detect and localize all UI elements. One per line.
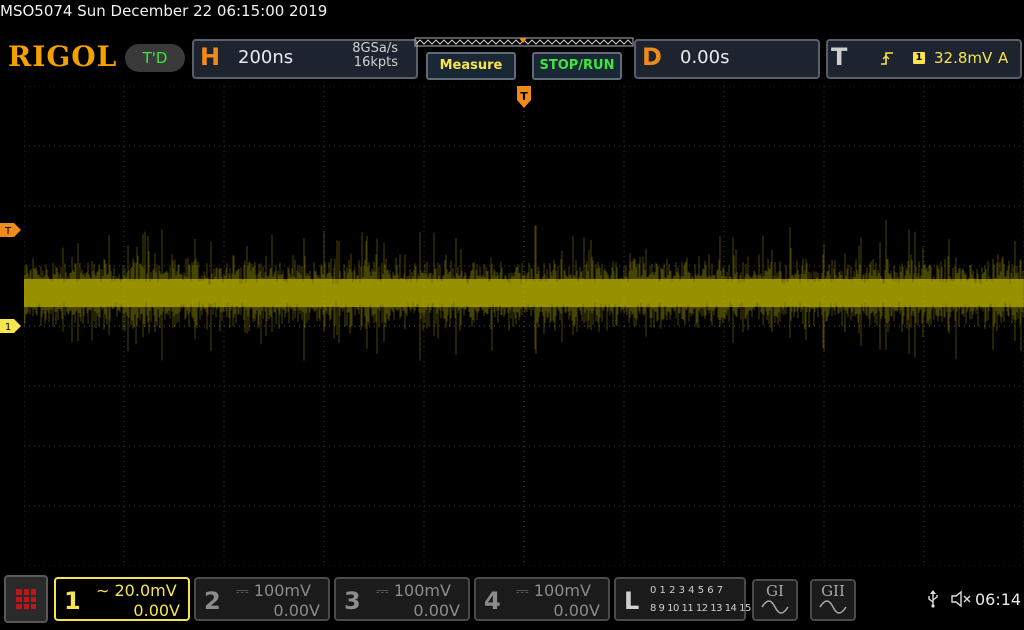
channel-3-scale: ⎓ 100mV xyxy=(376,581,451,600)
memory-depth: 16kpts xyxy=(353,55,398,70)
rising-edge-icon xyxy=(881,52,893,65)
channel-3-number: 3 xyxy=(344,587,361,615)
timebase-value: 200ns xyxy=(238,47,294,68)
horizontal-letter: H xyxy=(200,43,221,71)
trigger-sweep-mode: A xyxy=(998,49,1009,67)
channel-4-scale: ⎓ 100mV xyxy=(516,581,591,600)
speaker-muted-icon[interactable] xyxy=(950,590,972,608)
rigol-logo: RIGOL xyxy=(8,40,118,73)
measure-button[interactable]: Measure xyxy=(426,52,516,80)
sine-wave-icon xyxy=(761,600,789,614)
stop-run-button[interactable]: STOP/RUN xyxy=(532,52,622,80)
trigger-letter: T xyxy=(831,43,848,71)
trigger-level: 32.8mV xyxy=(934,49,993,67)
sample-rate: 8GSa/s xyxy=(352,41,398,56)
channel-4-number: 4 xyxy=(484,587,501,615)
logic-channels-row2: 8 9 10 11 12 13 14 15 xyxy=(650,603,751,614)
channel-2-scale: ⎓ 100mV xyxy=(236,581,311,600)
channel-2-offset: 0.00V xyxy=(273,601,320,620)
menu-grid-icon xyxy=(16,589,36,609)
channel-1-number: 1 xyxy=(64,587,81,615)
trigger-level-marker-label: T xyxy=(4,226,12,237)
channel-1-box[interactable]: 1 ∼ 20.0mV 0.00V xyxy=(54,577,190,621)
waveform-display[interactable] xyxy=(24,86,1024,566)
generator-2-button[interactable]: GII xyxy=(810,579,856,621)
trigger-level-marker[interactable]: T xyxy=(0,223,22,237)
trigger-source-badge: 1 xyxy=(913,52,925,64)
generator-2-label: GII xyxy=(821,582,845,600)
channel-4-box[interactable]: 4 ⎓ 100mV 0.00V xyxy=(474,577,610,621)
ch1-offset-marker[interactable]: 1 xyxy=(0,319,22,333)
channel-3-box[interactable]: 3 ⎓ 100mV 0.00V xyxy=(334,577,470,621)
ch1-offset-marker-label: 1 xyxy=(5,322,11,333)
channel-2-number: 2 xyxy=(204,587,221,615)
menu-button[interactable] xyxy=(4,575,48,623)
sample-info: 8GSa/s 16kpts xyxy=(330,42,398,70)
delay-letter: D xyxy=(642,43,662,71)
generator-1-button[interactable]: GI xyxy=(752,579,798,621)
system-clock: 06:14 xyxy=(975,590,1022,609)
delay-value: 0.00s xyxy=(680,47,730,68)
sine-wave-icon xyxy=(819,600,847,614)
trigger-position-marker: T xyxy=(517,86,531,108)
channel-3-offset: 0.00V xyxy=(413,601,460,620)
channel-1-offset: 0.00V xyxy=(133,601,180,620)
memory-position-bar xyxy=(414,37,634,47)
channel-2-box[interactable]: 2 ⎓ 100mV 0.00V xyxy=(194,577,330,621)
status-title: MSO5074 Sun December 22 06:15:00 2019 xyxy=(0,2,328,20)
generator-1-label: GI xyxy=(766,582,784,600)
logic-channels-row1: 0 1 2 3 4 5 6 7 xyxy=(650,585,724,596)
dc-coupling-icon: ⎓ xyxy=(236,581,249,600)
ac-coupling-icon: ∼ xyxy=(96,581,110,600)
dc-coupling-icon: ⎓ xyxy=(376,581,389,600)
channel-4-offset: 0.00V xyxy=(553,601,600,620)
usb-icon xyxy=(928,590,938,608)
logic-letter: L xyxy=(624,587,640,615)
ch1-noise-core xyxy=(24,279,1024,307)
trigger-mode-button[interactable]: T'D xyxy=(125,44,185,72)
logic-analyzer-box[interactable]: L 0 1 2 3 4 5 6 7 8 9 10 11 12 13 14 15 xyxy=(614,577,751,621)
channel-1-scale: ∼ 20.0mV xyxy=(96,581,177,600)
trigger-position-label: T xyxy=(520,90,528,103)
dc-coupling-icon: ⎓ xyxy=(516,581,529,600)
